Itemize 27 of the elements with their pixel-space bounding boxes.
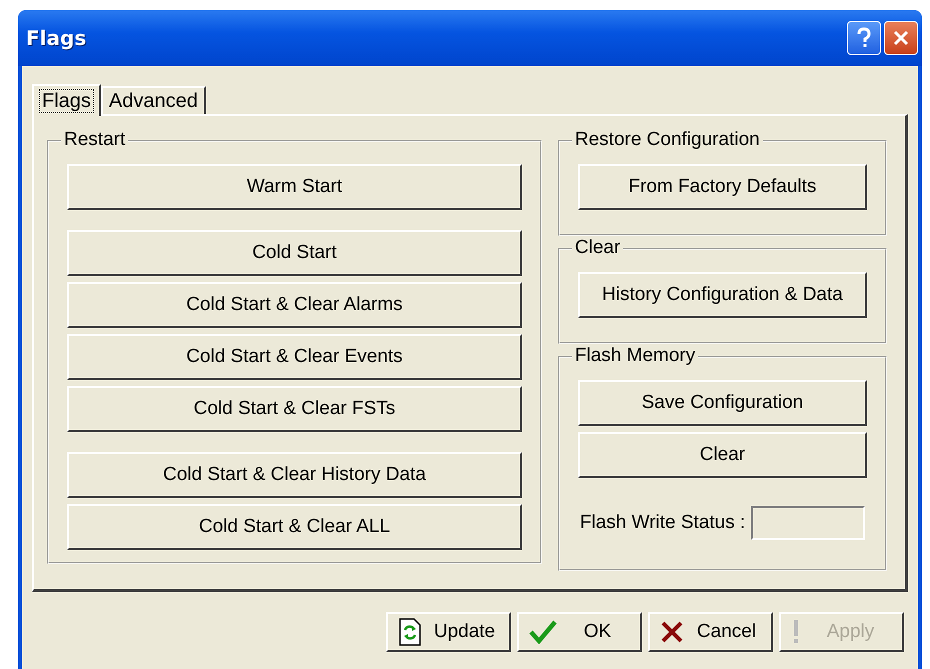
- check-icon: [529, 620, 557, 644]
- action-button[interactable]: Cold Start & Clear ALL: [67, 504, 522, 550]
- update-icon: [398, 618, 422, 646]
- action-button[interactable]: History Configuration & Data: [578, 272, 867, 318]
- tab[interactable]: Flags: [32, 84, 101, 116]
- x-icon: [660, 620, 684, 644]
- action-button[interactable]: Save Configuration: [578, 380, 867, 426]
- dialog-button[interactable]: Update: [386, 612, 511, 652]
- help-button[interactable]: [847, 21, 881, 55]
- group-title: Restore Configuration: [572, 129, 763, 151]
- dialog-button[interactable]: Cancel: [648, 612, 773, 652]
- action-button[interactable]: Clear: [578, 432, 867, 478]
- action-button[interactable]: Cold Start & Clear Alarms: [67, 282, 522, 328]
- dialog-button[interactable]: OK: [517, 612, 642, 652]
- action-button[interactable]: Cold Start: [67, 230, 522, 276]
- action-button[interactable]: From Factory Defaults: [578, 164, 867, 210]
- action-button[interactable]: Cold Start & Clear Events: [67, 334, 522, 380]
- action-button[interactable]: Warm Start: [67, 164, 522, 210]
- window-title: Flags: [26, 26, 86, 50]
- action-button[interactable]: Cold Start & Clear History Data: [67, 452, 522, 498]
- exclamation-icon: [791, 619, 801, 645]
- status-label: Flash Write Status :: [580, 512, 746, 534]
- action-button[interactable]: Cold Start & Clear FSTs: [67, 386, 522, 432]
- group-title: Flash Memory: [572, 345, 698, 367]
- close-button[interactable]: [884, 21, 918, 55]
- tab[interactable]: Advanced: [100, 86, 206, 114]
- close-icon: [892, 29, 910, 47]
